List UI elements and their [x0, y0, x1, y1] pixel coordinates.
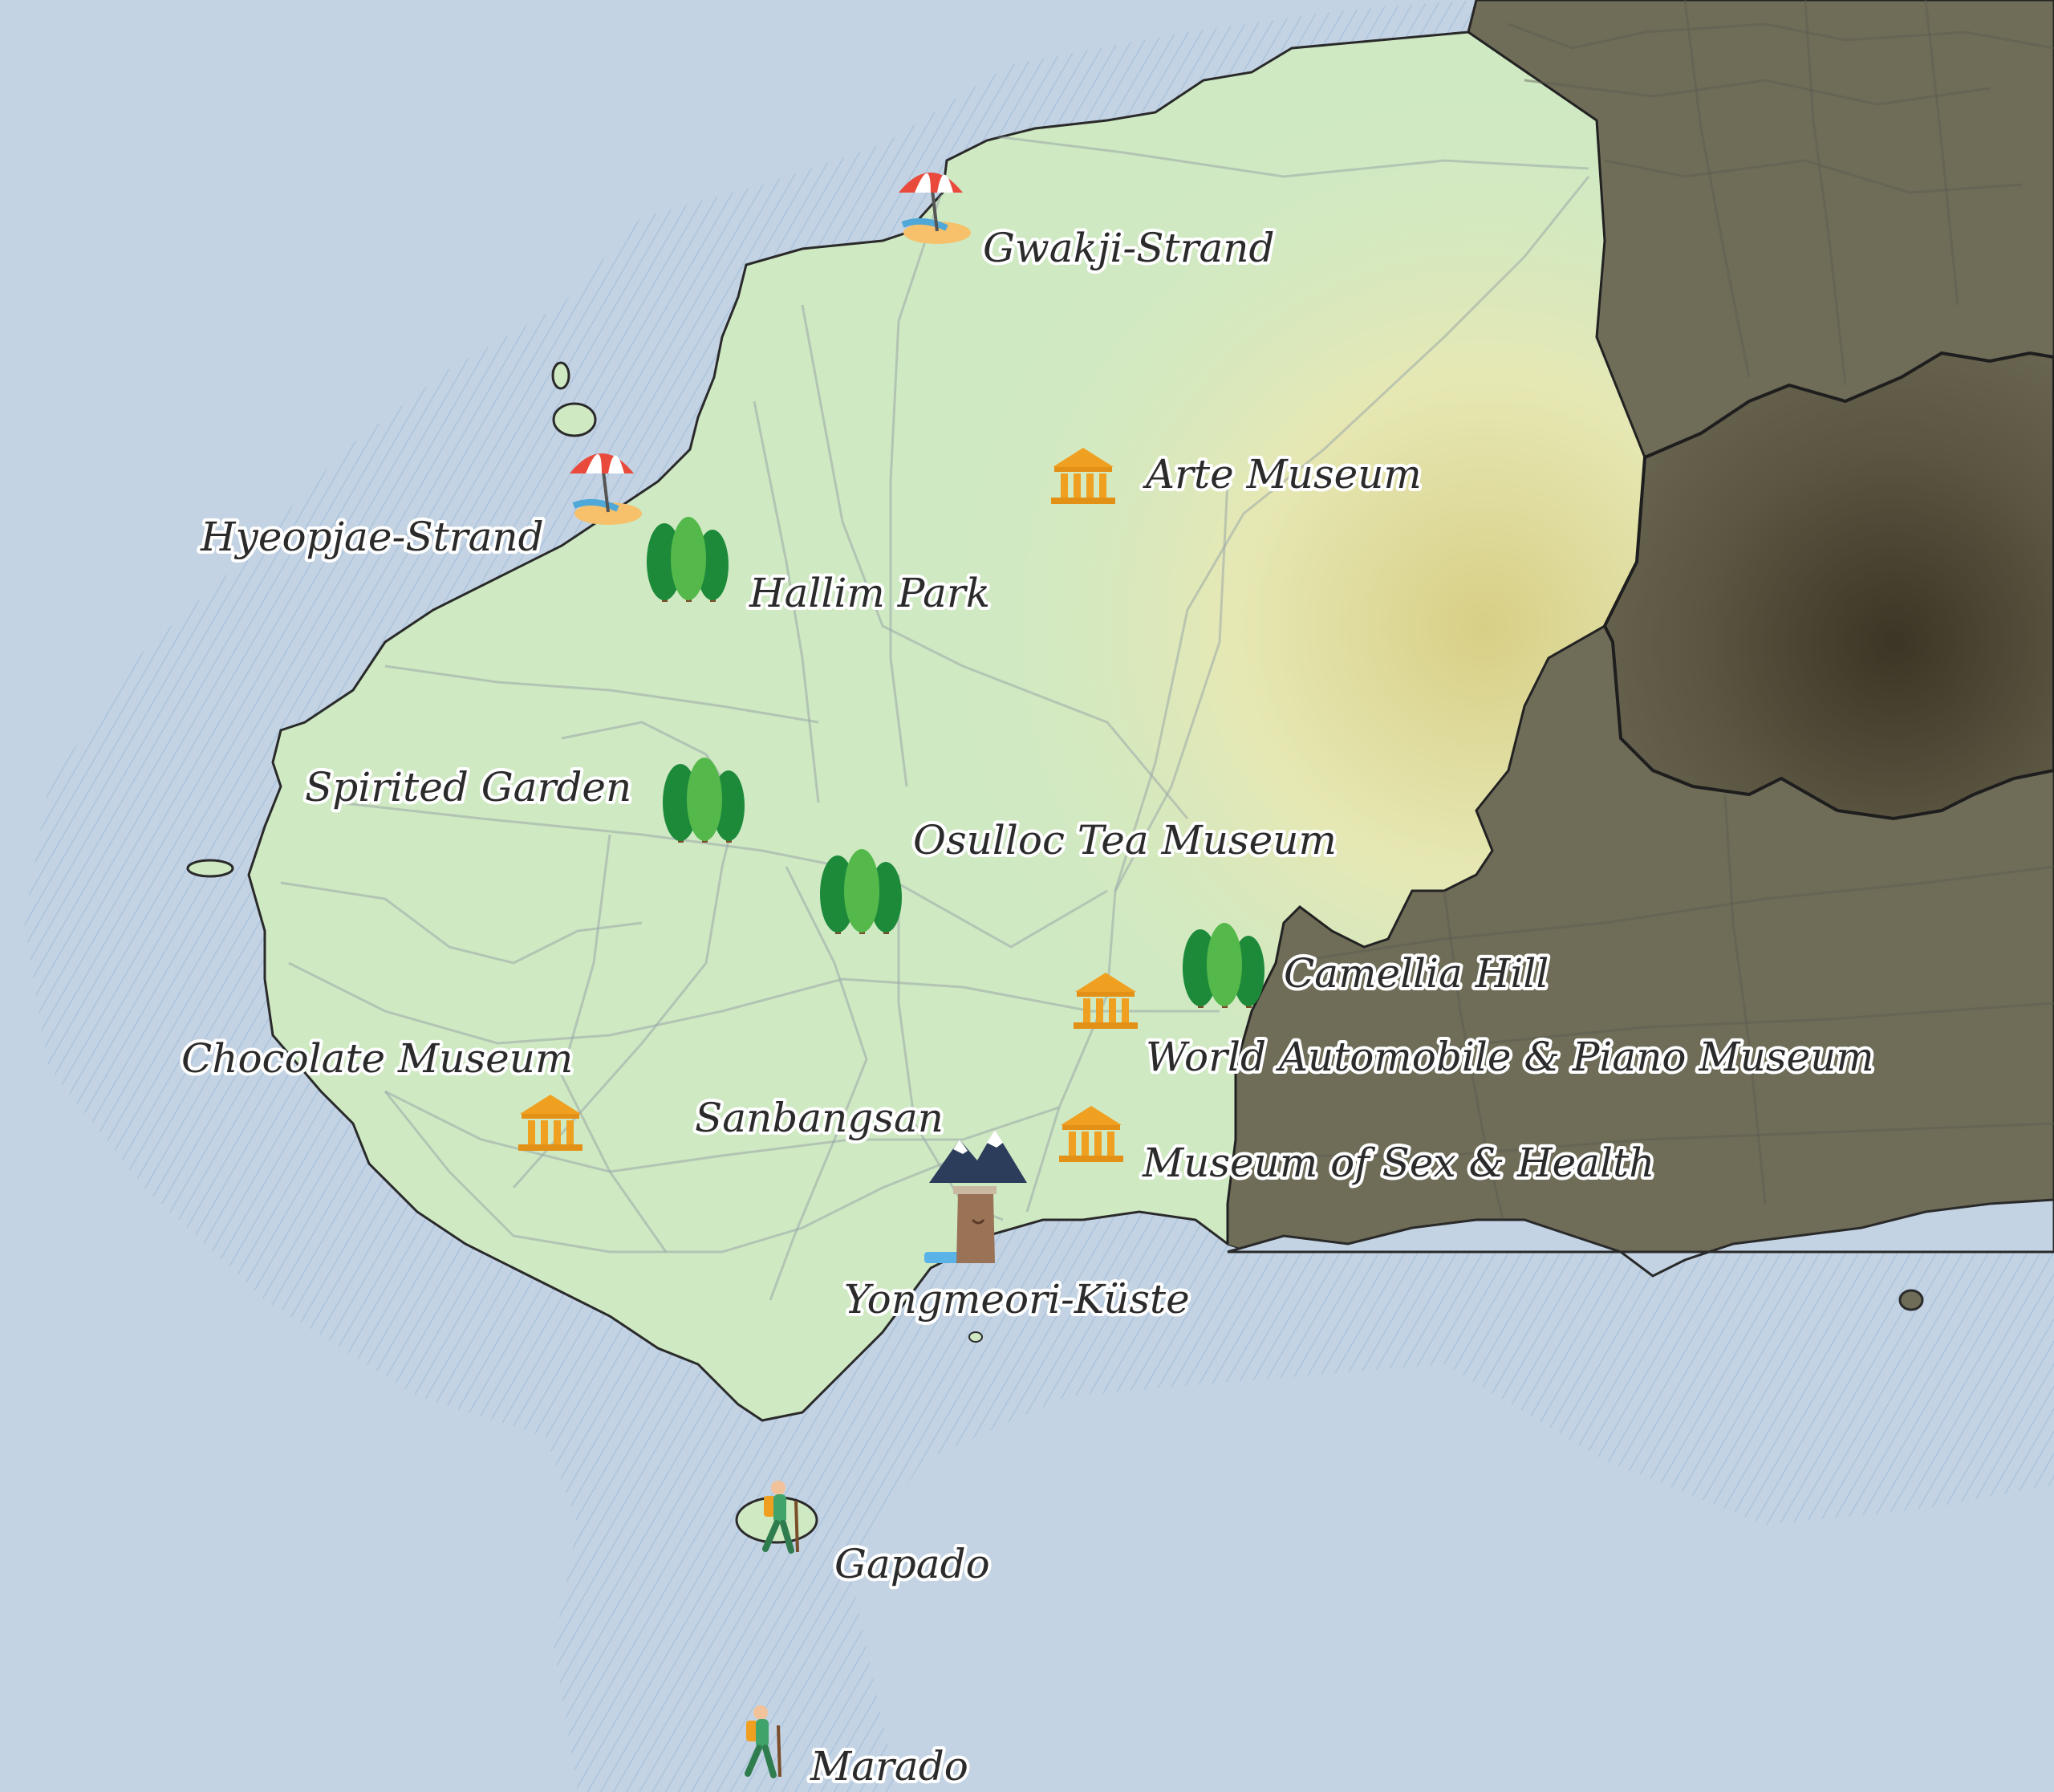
- label-marado: Marado: [810, 1743, 968, 1790]
- label-gwakji-strand: Gwakji-Strand: [983, 225, 1275, 271]
- sea-clean-top: [0, 0, 401, 112]
- label-chocolate-museum: Chocolate Museum: [181, 1035, 573, 1082]
- label-osulloc-tea-museum: Osulloc Tea Museum: [913, 817, 1337, 863]
- islet-west: [186, 859, 234, 878]
- label-spirited-garden: Spirited Garden: [305, 764, 631, 811]
- label-museum-of-sex-health: Museum of Sex & Health: [1142, 1140, 1654, 1186]
- label-sanbangsan: Sanbangsan: [695, 1095, 944, 1141]
- label-yongmeori-kueste: Yongmeori-Küste: [844, 1276, 1190, 1323]
- label-camellia-hill: Camellia Hill: [1284, 950, 1549, 997]
- map-canvas[interactable]: Gwakji-Strand Hyeopjae-Strand Arte Museu…: [0, 0, 2054, 1792]
- islet-east: [1898, 1289, 1924, 1311]
- islet-south: [968, 1331, 983, 1343]
- label-world-automobile-piano-museum: World Automobile & Piano Museum: [1146, 1034, 1874, 1080]
- islet-biyangdo: [552, 402, 597, 437]
- label-arte-museum: Arte Museum: [1143, 451, 1422, 498]
- label-hallim-park: Hallim Park: [749, 570, 990, 616]
- label-hyeopjae-strand: Hyeopjae-Strand: [200, 514, 544, 560]
- label-gapado: Gapado: [834, 1541, 990, 1587]
- islet-north: [551, 361, 570, 390]
